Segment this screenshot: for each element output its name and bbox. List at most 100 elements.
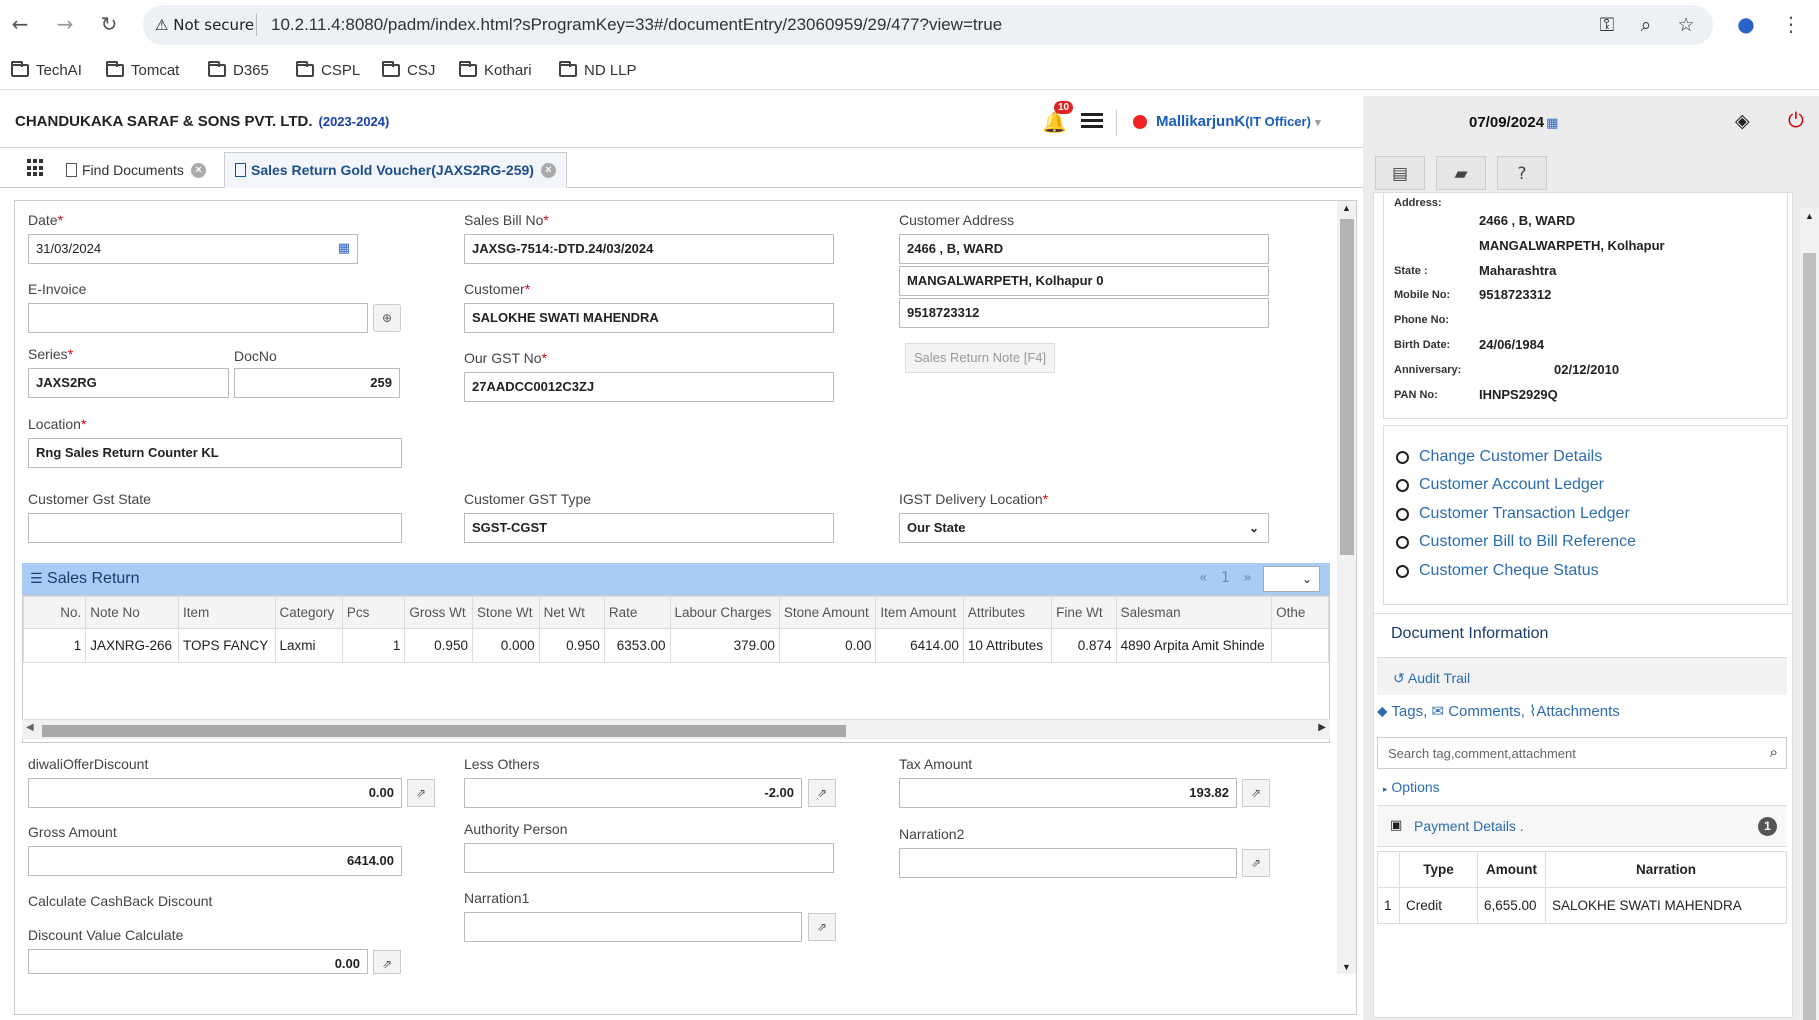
table-row[interactable]: 1 Credit 6,655.00 SALOKHE SWATI MAHENDRA (1377, 887, 1787, 924)
col-no[interactable]: No. (23, 596, 87, 629)
folder-open-icon[interactable]: ⇗ (407, 779, 435, 807)
search-icon[interactable]: ⌕ (1770, 743, 1778, 761)
close-icon[interactable]: × (540, 162, 556, 178)
table-row[interactable]: 1 JAXNRG-266 TOPS FANCY Laxmi 1 0.950 0.… (23, 628, 1329, 663)
more-menu-icon[interactable]: ⋮ (1778, 11, 1804, 37)
folder-open-icon[interactable]: ⇗ (1242, 779, 1270, 807)
narration2-field[interactable] (899, 848, 1237, 878)
col-labour-charges[interactable]: Labour Charges (669, 596, 780, 629)
scroll-right-icon[interactable]: ▶ (1318, 722, 1326, 733)
not-secure-indicator[interactable]: ⚠ Not secure (155, 16, 254, 34)
key-icon[interactable]: ⚿ (1595, 13, 1619, 37)
link-customer-transaction-ledger[interactable]: Customer Transaction Ledger (1396, 505, 1630, 523)
tag-search-input[interactable]: Search tag,comment,attachment ⌕ (1377, 737, 1787, 769)
url-text[interactable]: 10.2.11.4:8080/padm/index.html?sProgramK… (271, 15, 1002, 35)
link-customer-cheque-status[interactable]: Customer Cheque Status (1396, 562, 1599, 580)
prev-page-icon[interactable]: « (1199, 570, 1208, 586)
bookmark-d365[interactable]: D365 (208, 61, 269, 79)
cell-attributes[interactable]: 10 Attributes (962, 628, 1053, 663)
calendar-icon[interactable]: ▦ (338, 235, 350, 263)
folder-open-icon[interactable]: ⇗ (808, 779, 836, 807)
col-net-wt[interactable]: Net Wt (538, 596, 605, 629)
docno-field[interactable]: 259 (234, 368, 400, 398)
zoom-icon[interactable]: ⌕ (1634, 13, 1658, 37)
scroll-up-icon[interactable]: ▲ (1805, 211, 1814, 221)
scroll-thumb[interactable] (42, 725, 846, 737)
col-rate[interactable]: Rate (603, 596, 671, 629)
customer-field[interactable]: SALOKHE SWATI MAHENDRA (464, 303, 834, 333)
col-note-no[interactable]: Note No (85, 596, 179, 629)
calendar-icon[interactable]: ▦ (1546, 116, 1558, 131)
bookmark-csj[interactable]: CSJ (382, 61, 435, 79)
tags-link[interactable]: ⬥ Tags, (1377, 702, 1427, 720)
bookmark-nd-llp[interactable]: ND LLP (559, 61, 637, 79)
col-stone-wt[interactable]: Stone Wt (471, 596, 540, 629)
pager[interactable]: « 1 » (1199, 570, 1252, 586)
scroll-left-icon[interactable]: ◀ (26, 722, 34, 733)
link-customer-account-ledger[interactable]: Customer Account Ledger (1396, 476, 1604, 494)
comments-link[interactable]: ✉ Comments, (1431, 702, 1524, 720)
card-view-icon[interactable]: ▤ (1375, 156, 1425, 190)
scroll-thumb[interactable] (1340, 219, 1354, 555)
col-item-amount[interactable]: Item Amount (875, 596, 964, 629)
eye-slash-icon[interactable]: ◈ (1735, 110, 1750, 132)
gross-amount-field[interactable]: 6414.00 (28, 846, 402, 876)
discount-value-field[interactable]: 0.00 (28, 949, 368, 974)
book-icon[interactable]: ▰ (1436, 156, 1486, 190)
gst-state-field[interactable] (28, 513, 402, 543)
narration1-field[interactable] (464, 912, 802, 942)
sales-return-note-button[interactable]: Sales Return Note [F4] (905, 343, 1055, 373)
sales-bill-field[interactable]: JAXSG-7514:-DTD.24/03/2024 (464, 234, 834, 264)
series-field[interactable]: JAXS2RG (28, 368, 229, 398)
einvoice-field[interactable] (28, 303, 368, 333)
gst-type-field[interactable]: SGST-CGST (464, 513, 834, 543)
scroll-down-icon[interactable]: ▼ (1342, 962, 1351, 972)
profile-icon[interactable]: ● (1733, 11, 1759, 37)
col-other[interactable]: Othe (1271, 596, 1329, 629)
help-icon[interactable]: ? (1497, 156, 1547, 190)
attachments-link[interactable]: ⌇Attachments (1529, 702, 1620, 720)
location-field[interactable]: Rng Sales Return Counter KL (28, 438, 402, 468)
folder-open-icon[interactable]: ⇗ (808, 913, 836, 941)
address-line3-field[interactable]: 9518723312 (899, 298, 1269, 328)
bookmark-cspl[interactable]: CSPL (296, 61, 360, 79)
scroll-thumb[interactable] (1803, 253, 1816, 1020)
power-icon[interactable]: ⏻ (1788, 108, 1804, 132)
close-icon[interactable]: × (190, 162, 206, 178)
link-change-customer-details[interactable]: Change Customer Details (1396, 448, 1602, 466)
address-bar[interactable]: ⚠ Not secure 10.2.11.4:8080/padm/index.h… (143, 5, 1713, 45)
header-date[interactable]: 07/09/2024 ▦ (1469, 114, 1558, 131)
audit-trail-link[interactable]: ↺ Audit Trail (1377, 657, 1787, 695)
less-others-field[interactable]: -2.00 (464, 778, 802, 808)
page-number[interactable]: 1 (1221, 570, 1230, 586)
menu-icon[interactable] (1081, 113, 1103, 129)
col-fine-wt[interactable]: Fine Wt (1051, 596, 1117, 629)
star-icon[interactable]: ☆ (1674, 13, 1698, 37)
form-vertical-scrollbar[interactable]: ▲ ▼ (1337, 201, 1356, 974)
col-item[interactable]: Item (177, 596, 276, 629)
tab-sales-return-voucher[interactable]: Sales Return Gold Voucher(JAXS2RG-259) × (224, 152, 567, 188)
authority-person-field[interactable] (464, 843, 834, 873)
right-panel-scrollbar[interactable]: ▲ (1800, 208, 1819, 1020)
col-pcs[interactable]: Pcs (341, 596, 406, 629)
gst-no-field[interactable]: 27AADCC0012C3ZJ (464, 372, 834, 402)
diwali-discount-field[interactable]: 0.00 (28, 778, 402, 808)
reload-icon[interactable]: ↻ (96, 11, 122, 37)
col-stone-amount[interactable]: Stone Amount (778, 596, 877, 629)
address-line1-field[interactable]: 2466 , B, WARD (899, 234, 1269, 264)
next-page-icon[interactable]: » (1243, 570, 1252, 586)
igst-location-select[interactable]: Our State ⌄ (899, 513, 1269, 543)
back-icon[interactable]: ← (7, 11, 33, 37)
options-toggle[interactable]: ▸ Options (1383, 779, 1440, 795)
col-category[interactable]: Category (274, 596, 343, 629)
tax-amount-field[interactable]: 193.82 (899, 778, 1237, 808)
address-line2-field[interactable]: MANGALWARPETH, Kolhapur 0 (899, 266, 1269, 296)
tab-find-documents[interactable]: Find Documents × (56, 152, 216, 188)
folder-open-icon[interactable]: ⇗ (1242, 849, 1270, 877)
forward-icon[interactable]: → (52, 11, 78, 37)
col-attributes[interactable]: Attributes (962, 596, 1053, 629)
horizontal-scrollbar[interactable]: ◀ ▶ (22, 719, 1330, 739)
upload-icon[interactable]: ⊕ (373, 304, 401, 332)
scroll-up-icon[interactable]: ▲ (1342, 203, 1351, 213)
bookmark-techai[interactable]: TechAI (11, 61, 82, 79)
